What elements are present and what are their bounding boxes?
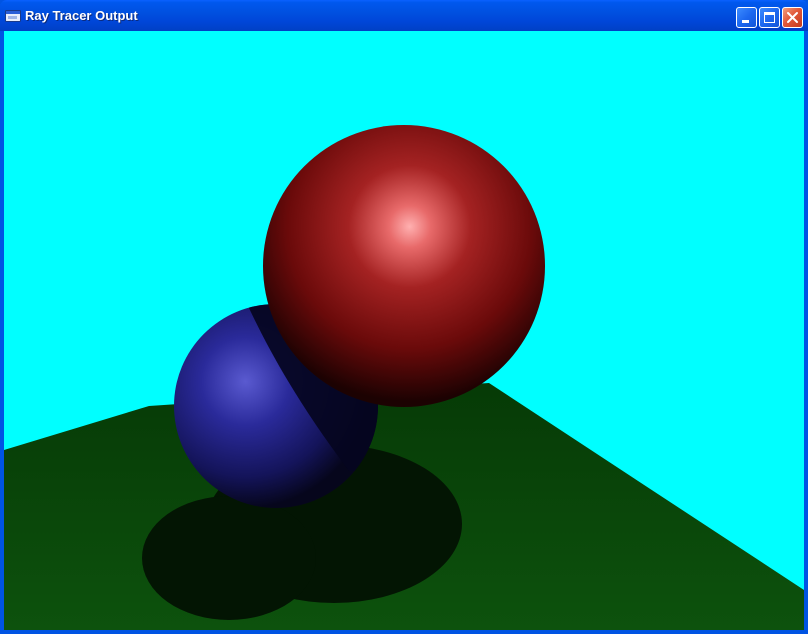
app-window-icon[interactable] <box>5 9 21 22</box>
red-sphere <box>263 125 545 407</box>
maximize-button[interactable] <box>759 7 780 28</box>
minimize-icon <box>742 20 749 23</box>
render-canvas <box>4 31 804 630</box>
maximize-icon <box>764 12 775 23</box>
minimize-button[interactable] <box>736 7 757 28</box>
title-bar[interactable]: Ray Tracer Output <box>0 0 808 31</box>
close-button[interactable] <box>782 7 803 28</box>
close-icon <box>787 12 798 23</box>
window-title: Ray Tracer Output <box>25 8 138 23</box>
ray-tracer-window: Ray Tracer Output <box>0 0 808 634</box>
